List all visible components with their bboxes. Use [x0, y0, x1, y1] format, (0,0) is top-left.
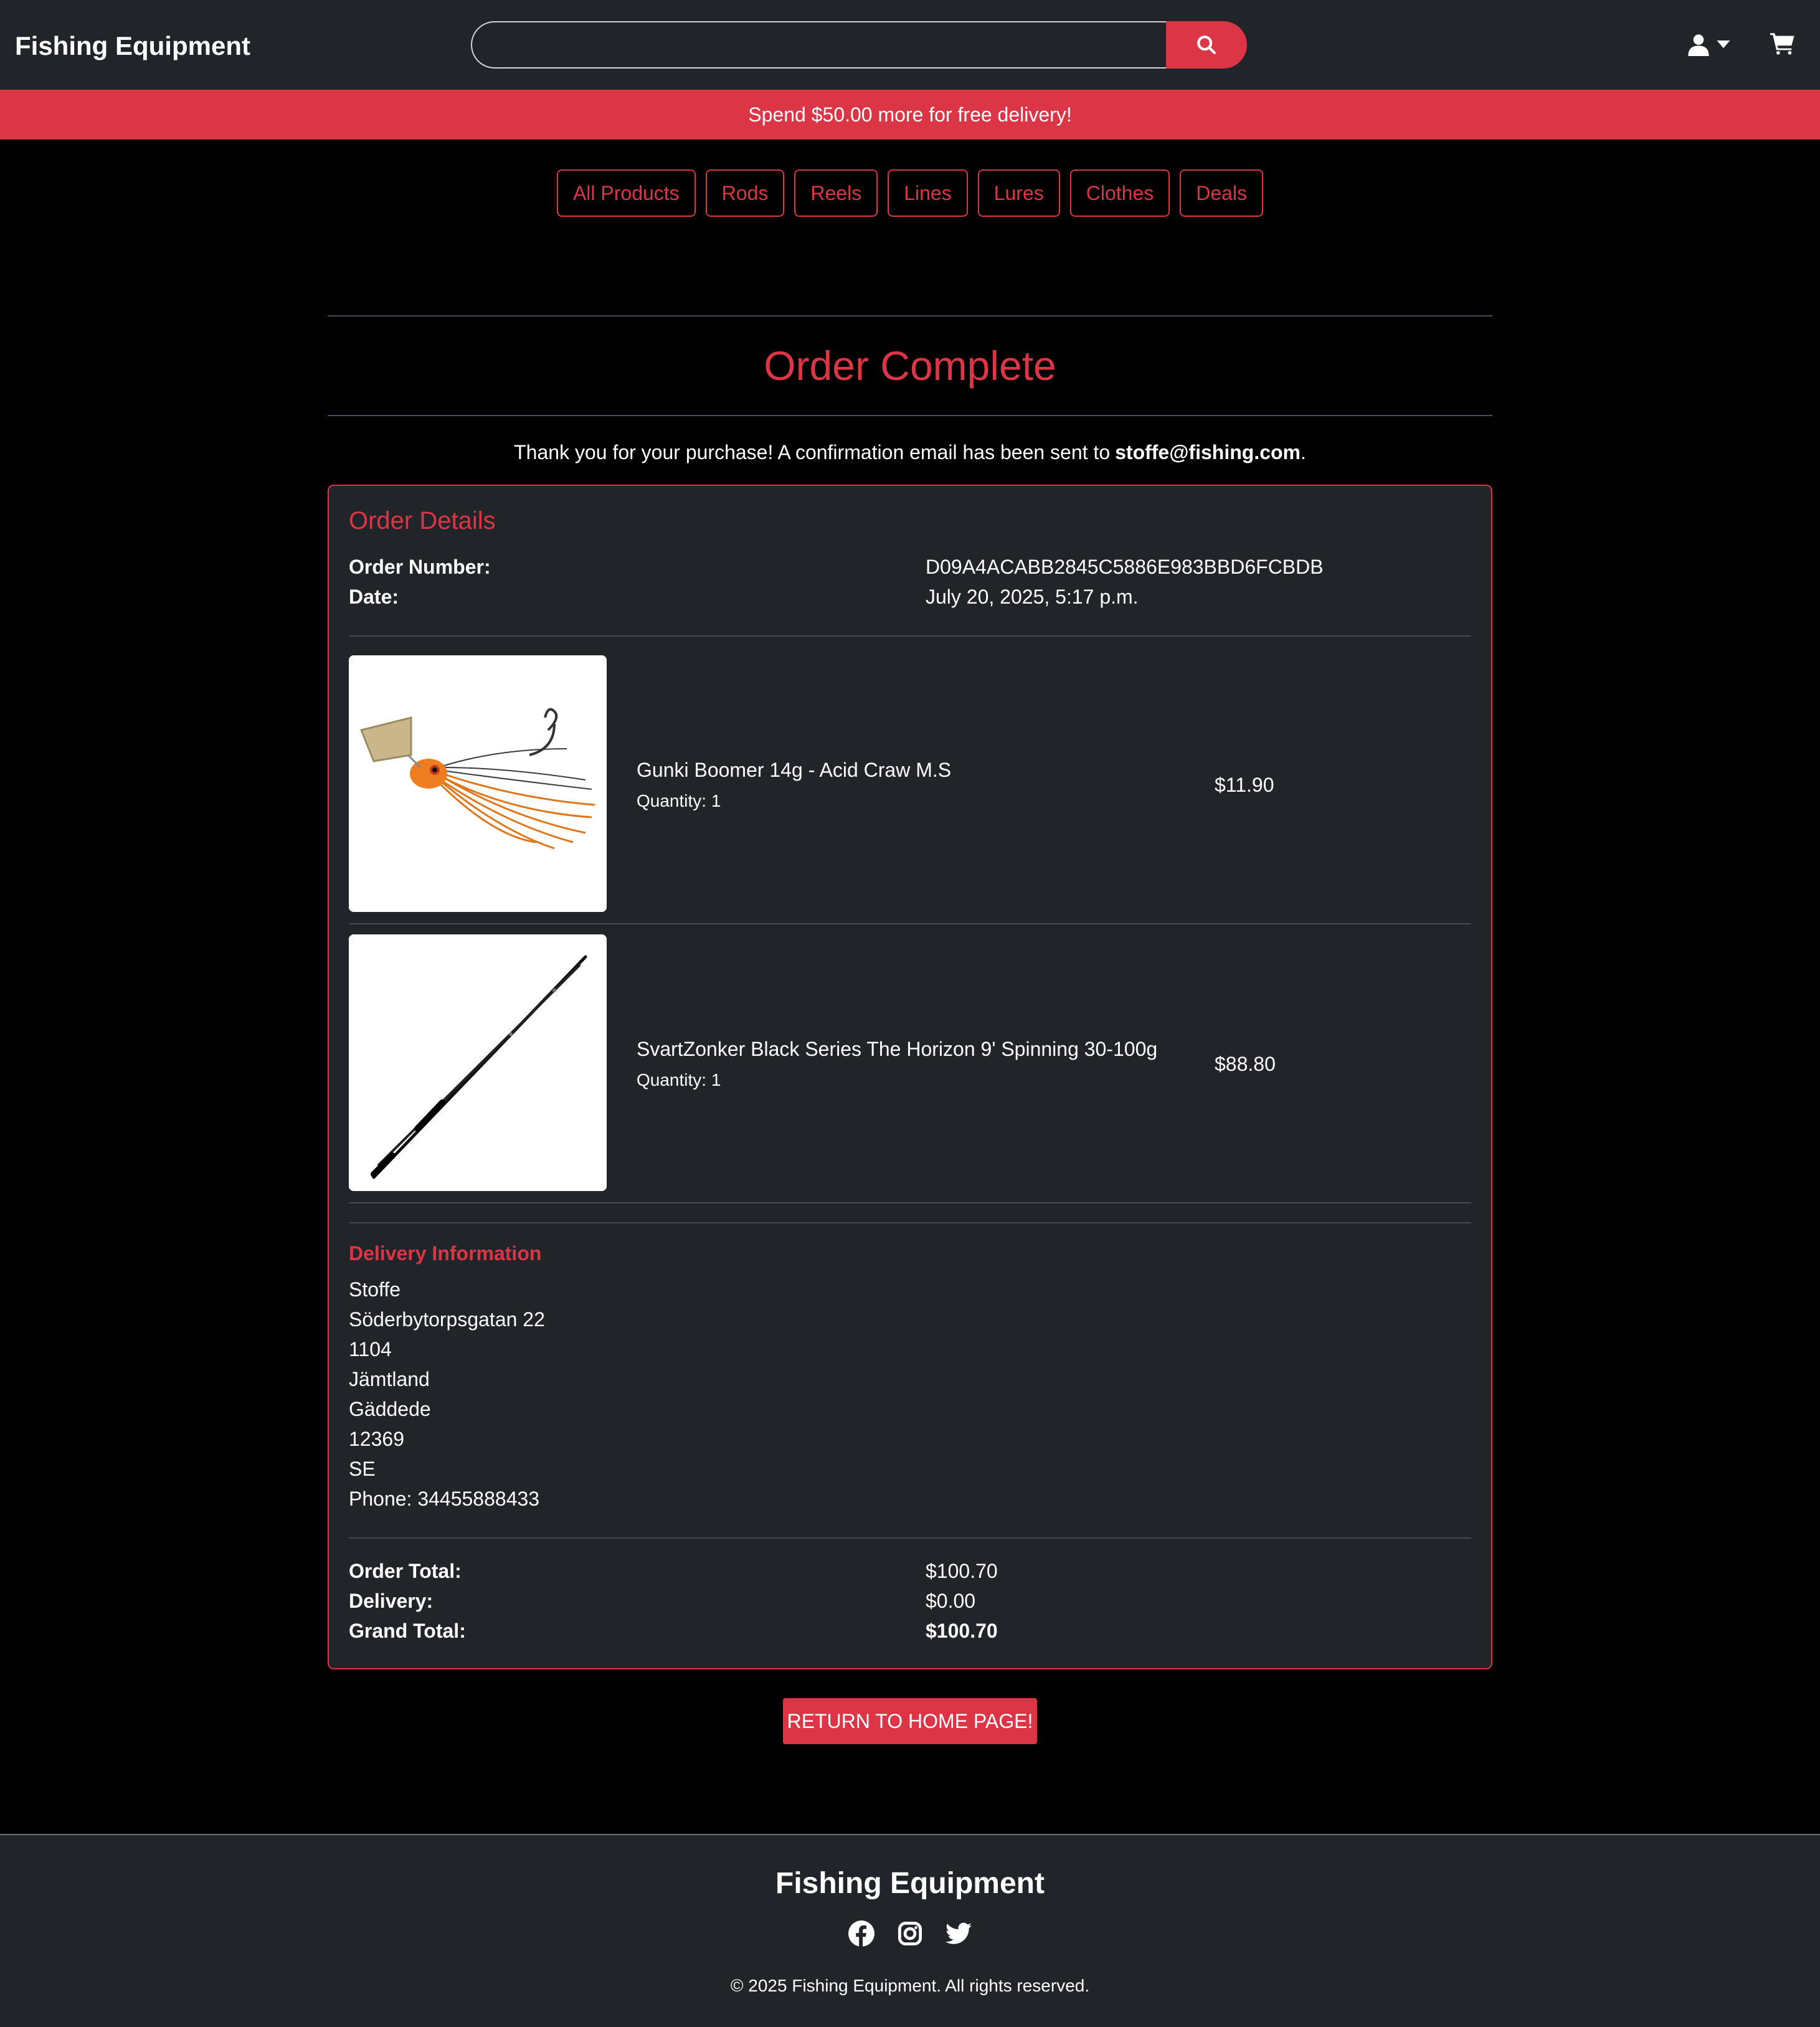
delivery-country: SE: [349, 1458, 376, 1480]
facebook-icon: [848, 1920, 874, 1947]
category-rods[interactable]: Rods: [705, 169, 785, 217]
social-links: [0, 1920, 1820, 1950]
footer-brand: Fishing Equipment: [775, 1867, 1045, 1900]
cart-button[interactable]: [1770, 31, 1798, 59]
user-icon: [1688, 34, 1709, 56]
rod-illustration: [349, 934, 607, 1191]
delivery-county: Jämtland: [349, 1368, 430, 1390]
category-lures[interactable]: Lures: [977, 169, 1060, 217]
order-date-label: Date:: [349, 586, 399, 608]
facebook-link[interactable]: [848, 1920, 875, 1947]
rod-image: [349, 934, 607, 1191]
delivery-postcode: 12369: [349, 1428, 404, 1450]
copyright-text: © 2025 Fishing Equipment. All rights res…: [730, 1976, 1090, 1995]
category-clothes[interactable]: Clothes: [1069, 169, 1170, 217]
cart-icon: [1770, 33, 1794, 55]
page-title: Order Complete: [764, 343, 1056, 389]
delivery-town: Gäddede: [349, 1398, 431, 1420]
brand-logo-link[interactable]: Fishing Equipment: [15, 27, 250, 65]
lure-illustration: [349, 655, 607, 912]
item-name: SvartZonker Black Series The Horizon 9' …: [637, 1038, 1158, 1060]
free-delivery-text: Spend $50.00 more for free delivery!: [748, 103, 1072, 126]
totals-divider: [349, 1537, 1471, 1539]
caret-down-icon: [1717, 40, 1730, 49]
search-button[interactable]: [1166, 21, 1247, 69]
order-complete-section: Order Complete Thank you for your purcha…: [328, 315, 1492, 1744]
confirmation-message: Thank you for your purchase! A confirmat…: [328, 416, 1492, 488]
lure-image: [349, 655, 607, 912]
delivery-title: Delivery Information: [349, 1242, 542, 1265]
confirmation-text: Thank you for your purchase! A confirmat…: [514, 440, 1111, 463]
order-number-value: D09A4ACABB2845C5886E983BBD6FCBDB: [926, 556, 1324, 578]
item-price: $11.90: [1215, 774, 1274, 796]
free-delivery-banner: Spend $50.00 more for free delivery!: [0, 90, 1820, 140]
grand-total-label: Grand Total:: [349, 1620, 466, 1642]
item-divider: [349, 923, 1471, 924]
delivery-cost-value: $0.00: [926, 1590, 976, 1612]
item-quantity: Quantity: 1: [637, 1070, 721, 1089]
item-price: $88.80: [1215, 1053, 1276, 1075]
item-quantity: Quantity: 1: [637, 791, 721, 810]
category-all-products[interactable]: All Products: [556, 169, 696, 217]
confirmation-email: stoffe@fishing.com: [1115, 440, 1301, 463]
order-number-label: Order Number:: [349, 556, 491, 578]
delivery-phone: Phone: 34455888433: [349, 1488, 540, 1510]
search-icon: [1197, 36, 1216, 54]
order-total-value: $100.70: [926, 1560, 998, 1582]
category-reels[interactable]: Reels: [794, 169, 878, 217]
item-name: Gunki Boomer 14g - Acid Craw M.S: [637, 759, 952, 781]
confirmation-end: .: [1300, 440, 1306, 463]
top-navbar: Fishing Equipment: [0, 0, 1820, 90]
category-deals[interactable]: Deals: [1180, 169, 1264, 217]
return-home-button[interactable]: RETURN TO HOME PAGE!: [783, 1698, 1037, 1744]
footer: Fishing Equipment © 2025 Fishing Equipme…: [0, 1834, 1820, 2027]
order-divider: [349, 635, 1471, 637]
instagram-link[interactable]: [896, 1920, 924, 1947]
grand-total-value: $100.70: [926, 1620, 998, 1642]
user-menu-toggle[interactable]: [1688, 30, 1738, 60]
instagram-icon: [898, 1922, 922, 1945]
delivery-line-2: 1104: [349, 1338, 392, 1360]
delivery-street: Söderbytorpsgatan 22: [349, 1308, 545, 1331]
category-lines[interactable]: Lines: [888, 169, 968, 217]
search-input[interactable]: [471, 21, 1167, 69]
twitter-link[interactable]: [945, 1920, 972, 1947]
order-details-title: Order Details: [349, 507, 496, 534]
delivery-divider: [349, 1222, 1471, 1223]
order-date-value: July 20, 2025, 5:17 p.m.: [926, 586, 1139, 608]
delivery-name: Stoffe: [349, 1278, 401, 1301]
item-divider: [349, 1202, 1471, 1203]
order-details-card: Order Details Order Number: D09A4ACABB28…: [328, 485, 1492, 1669]
delivery-cost-label: Delivery:: [349, 1590, 434, 1612]
twitter-icon: [946, 1922, 972, 1944]
category-nav: All Products Rods Reels Lines Lures Clot…: [0, 169, 1820, 217]
search-form: [471, 21, 1247, 69]
order-total-label: Order Total:: [349, 1560, 462, 1582]
